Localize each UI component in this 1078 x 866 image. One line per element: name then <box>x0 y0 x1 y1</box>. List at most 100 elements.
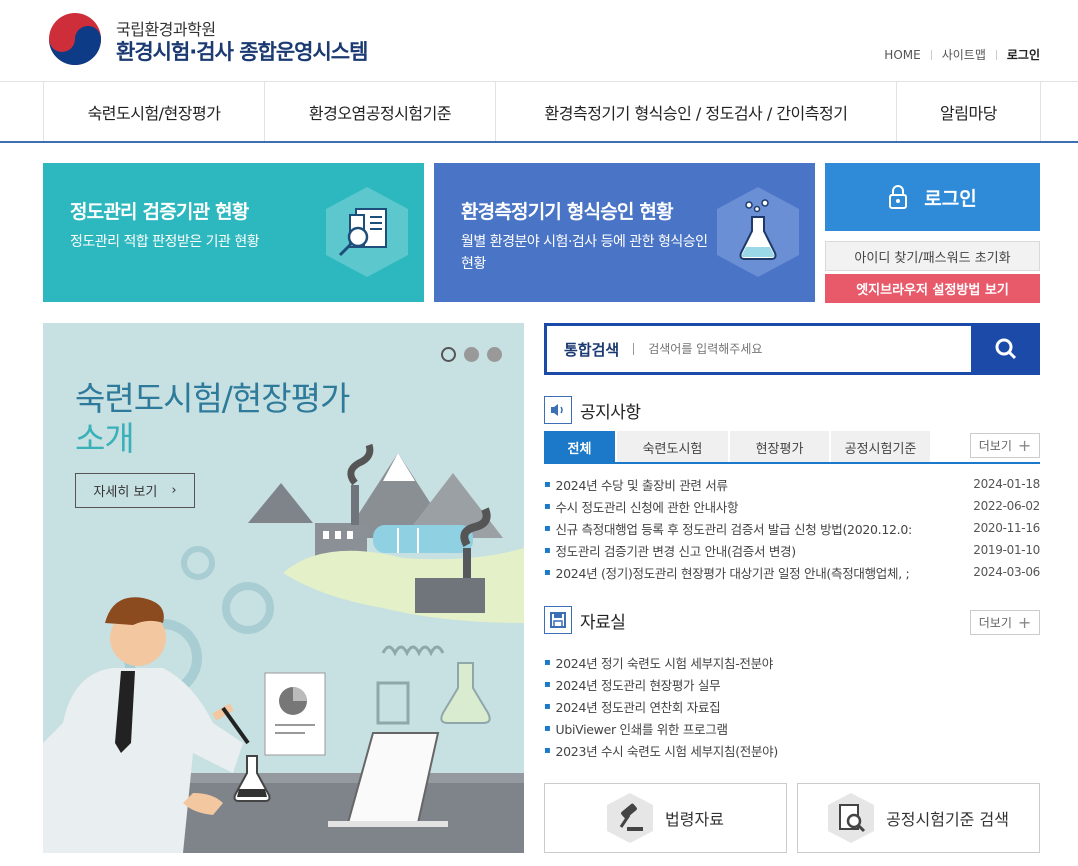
search-input[interactable] <box>648 342 949 356</box>
nav-item-equipment[interactable]: 환경측정기기 형식승인 / 정도검사 / 간이측정기 <box>496 82 897 141</box>
main-visual: 숙련도시험/현장평가 소개 자세히 보기 › <box>43 323 524 853</box>
save-disk-icon <box>544 606 572 634</box>
item-title: 2024년 (정기)정도관리 현장평가 대상기관 일정 안내(측정대행업체, ; <box>555 565 910 581</box>
speaker-icon <box>544 396 572 424</box>
item-title: 수시 정도관리 신청에 관한 안내사항 <box>555 499 739 515</box>
chevron-right-icon: › <box>171 483 177 498</box>
list-item[interactable]: ▪ 2024년 (정기)정도관리 현장평가 대상기관 일정 안내(측정대행업체, … <box>544 561 1040 583</box>
edge-setup-button[interactable]: 엣지브라우저 설정방법 보기 <box>825 274 1040 303</box>
bullet: ▪ <box>544 722 551 734</box>
home-link[interactable]: HOME <box>884 48 920 62</box>
banner-desc: 월별 환경분야 시험·검사 등에 관한 형식승인 현황 <box>461 234 708 272</box>
list-item[interactable]: ▪ 2024년 정도관리 현장평가 실무 <box>544 673 1040 695</box>
bullet: ▪ <box>544 700 551 712</box>
login-button[interactable]: 로그인 <box>825 163 1040 231</box>
sitemap-link[interactable]: 사이트맵 <box>942 46 986 63</box>
item-title: 정도관리 검증기관 변경 신고 안내(검증서 변경) <box>555 543 796 559</box>
flask-icon <box>717 187 799 277</box>
header: 국립환경과학원 환경시험·검사 종합운영시스템 HOME 사이트맵 로그인 <box>0 0 1078 82</box>
tab-standards[interactable]: 공정시험기준 <box>831 431 930 463</box>
list-item[interactable]: ▪ 2024년 수당 및 출장비 관련 서류 2024-01-18 <box>544 473 1040 495</box>
nav-item-proficiency[interactable]: 숙련도시험/현장평가 <box>44 82 265 141</box>
main-navigation: 숙련도시험/현장평가 환경오염공정시험기준 환경측정기기 형식승인 / 정도검사… <box>0 82 1078 143</box>
notice-title: 공지사항 <box>580 402 641 423</box>
nav-item-standards[interactable]: 환경오염공정시험기준 <box>265 82 496 141</box>
list-item[interactable]: ▪ 2023년 수시 숙련도 시험 세부지침(전분야) <box>544 739 1040 761</box>
notice-list: ▪ 2024년 수당 및 출장비 관련 서류 2024-01-18 ▪ 수시 정도관리… <box>544 473 1040 583</box>
divider <box>930 49 932 60</box>
slider-dot[interactable] <box>464 347 479 362</box>
more-label: 더보기 <box>978 616 1012 630</box>
gavel-icon <box>607 793 654 843</box>
banner-title: 환경측정기기 형식승인 현황 <box>461 201 674 223</box>
banner-desc: 정도관리 적합 판정받은 기관 현황 <box>70 234 260 250</box>
law-data-label: 법령자료 <box>665 810 724 829</box>
bullet: ▪ <box>544 678 551 690</box>
bullet: ▪ <box>544 566 551 578</box>
item-date: 2019-01-10 <box>973 543 1040 557</box>
list-item[interactable]: ▪ 2024년 정기 숙련도 시험 세부지침-전분야 <box>544 651 1040 673</box>
item-date: 2022-06-02 <box>973 499 1040 513</box>
slider-dots <box>433 347 502 362</box>
nav-item-notice[interactable]: 알림마당 <box>897 82 1041 141</box>
item-date: 2020-11-16 <box>973 521 1040 535</box>
bullet: ▪ <box>544 656 551 668</box>
list-item[interactable]: ▪ 신규 측정대행업 등록 후 정도관리 검증서 발급 신청 방법(2020.12… <box>544 517 1040 539</box>
government-logo-icon[interactable] <box>48 12 102 66</box>
item-title: 2024년 정도관리 현장평가 실무 <box>555 677 721 693</box>
library-title: 자료실 <box>580 612 626 633</box>
law-data-button[interactable]: 법령자료 <box>544 783 787 853</box>
type-approval-banner[interactable]: 환경측정기기 형식승인 현황 월별 환경분야 시험·검사 등에 관한 형식승인 … <box>434 163 815 302</box>
slider-dot[interactable] <box>487 347 502 362</box>
system-title[interactable]: 환경시험·검사 종합운영시스템 <box>116 36 368 66</box>
item-date: 2024-01-18 <box>973 477 1040 491</box>
login-link[interactable]: 로그인 <box>1007 46 1040 63</box>
banner-title: 정도관리 검증기관 현황 <box>70 201 249 223</box>
bullet: ▪ <box>544 478 551 490</box>
item-title: 2024년 수당 및 출장비 관련 서류 <box>555 477 728 493</box>
notice-more-button[interactable]: 더보기 + <box>970 433 1040 458</box>
search-button[interactable] <box>971 323 1040 375</box>
detail-button[interactable]: 자세히 보기 › <box>75 473 195 508</box>
search-icon <box>995 338 1016 360</box>
document-search-icon <box>326 187 408 277</box>
notice-header: 공지사항 <box>544 396 641 424</box>
integrated-search: 통합검색 <box>544 323 1040 375</box>
divider <box>995 49 997 60</box>
item-title: 신규 측정대행업 등록 후 정도관리 검증서 발급 신청 방법(2020.12.… <box>555 521 912 537</box>
divider <box>633 343 635 355</box>
list-item[interactable]: ▪ 2024년 정도관리 연찬회 자료집 <box>544 695 1040 717</box>
slider-dot[interactable] <box>441 347 456 362</box>
item-date: 2024-03-06 <box>973 565 1040 579</box>
item-title: UbiViewer 인쇄를 위한 프로그램 <box>555 721 728 737</box>
list-item[interactable]: ▪ 정도관리 검증기관 변경 신고 안내(검증서 변경) 2019-01-10 <box>544 539 1040 561</box>
standard-search-button[interactable]: 공정시험기준 검색 <box>797 783 1040 853</box>
bullet: ▪ <box>544 522 551 534</box>
tab-proficiency[interactable]: 숙련도시험 <box>617 431 728 463</box>
tab-field-eval[interactable]: 현장평가 <box>730 431 829 463</box>
standard-search-label: 공정시험기준 검색 <box>886 810 1009 829</box>
login-label: 로그인 <box>924 187 977 210</box>
verified-institutions-banner[interactable]: 정도관리 검증기관 현황 정도관리 적합 판정받은 기관 현황 <box>43 163 424 302</box>
bullet: ▪ <box>544 744 551 756</box>
detail-label: 자세히 보기 <box>93 485 158 500</box>
library-more-button[interactable]: 더보기 + <box>970 610 1040 635</box>
list-item[interactable]: ▪ UbiViewer 인쇄를 위한 프로그램 <box>544 717 1040 739</box>
find-account-button[interactable]: 아이디 찾기/패스워드 초기화 <box>825 241 1040 271</box>
item-title: 2024년 정기 숙련도 시험 세부지침-전분야 <box>555 655 774 671</box>
tab-underline <box>544 462 1040 464</box>
bullet: ▪ <box>544 500 551 512</box>
visual-heading: 숙련도시험/현장평가 <box>75 379 350 418</box>
notice-tabs: 전체 숙련도시험 현장평가 공정시험기준 <box>544 431 932 463</box>
search-label: 통합검색 <box>564 340 620 359</box>
tab-all[interactable]: 전체 <box>544 431 615 463</box>
visual-subheading: 소개 <box>75 419 135 458</box>
list-item[interactable]: ▪ 수시 정도관리 신청에 관한 안내사항 2022-06-02 <box>544 495 1040 517</box>
plus-icon: + <box>1017 436 1032 455</box>
library-list: ▪ 2024년 정기 숙련도 시험 세부지침-전분야 ▪ 2024년 정도관리 현장… <box>544 651 1040 761</box>
library-header: 자료실 <box>544 606 626 634</box>
item-title: 2023년 수시 숙련도 시험 세부지침(전분야) <box>555 743 778 759</box>
bullet: ▪ <box>544 544 551 556</box>
document-search-icon <box>828 793 875 843</box>
item-title: 2024년 정도관리 연찬회 자료집 <box>555 699 721 715</box>
